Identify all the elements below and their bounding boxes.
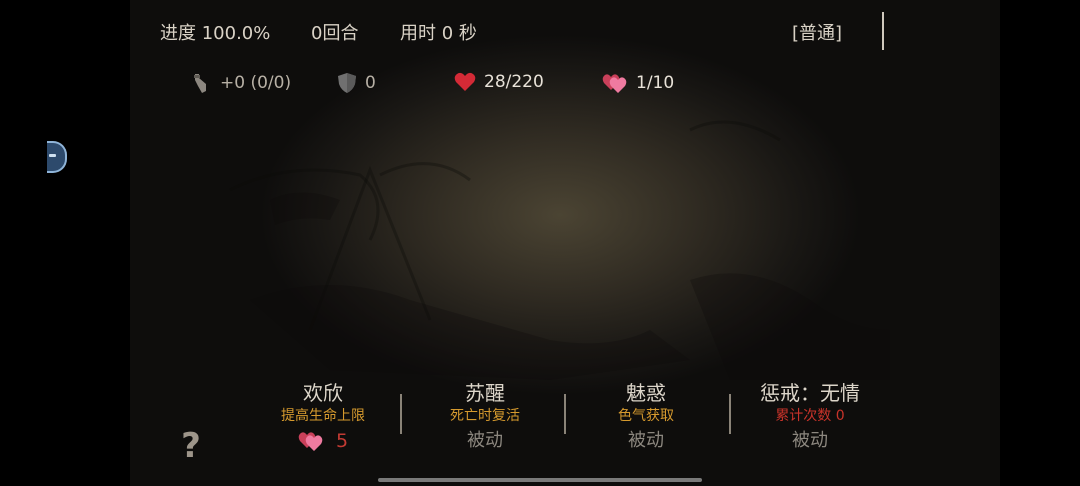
skill-charm[interactable]: 魅惑 色气获取 被动	[566, 380, 726, 456]
skill-name: 欢欣	[303, 381, 343, 405]
attack-value: +0 (0/0)	[220, 73, 292, 93]
skill-name: 魅惑	[626, 381, 666, 405]
skill-count-value: 5	[335, 430, 349, 452]
skill-desc: 累计次数 0	[775, 408, 845, 424]
skill-desc: 提高生命上限	[281, 408, 365, 424]
skill-separator	[564, 394, 566, 434]
double-heart-icon	[602, 74, 627, 93]
charm-stat: 1/10	[602, 72, 674, 94]
skill-separator	[400, 394, 402, 434]
hp-stat: 28/220	[454, 72, 544, 92]
skill-revive[interactable]: 苏醒 死亡时复活 被动	[405, 380, 565, 456]
top-right-divider	[882, 12, 884, 50]
progress-text: 进度 100.0%	[160, 23, 271, 44]
skill-count: 5	[243, 426, 403, 456]
round-counter: 0回合	[311, 23, 359, 44]
skill-name: 苏醒	[465, 381, 505, 405]
double-heart-icon	[298, 432, 323, 451]
defense-value: 0	[365, 73, 376, 93]
defense-stat: 0	[337, 72, 376, 94]
shield-icon	[338, 73, 356, 93]
hp-value: 28/220	[484, 72, 544, 92]
sword-icon	[194, 74, 206, 93]
skill-type: 被动	[467, 430, 503, 451]
skill-panel: 欢欣 提高生命上限 5 苏醒 死亡时复活 被动 魅惑 色气获取 被动 惩戒：无情…	[240, 380, 900, 460]
heart-icon	[454, 72, 476, 91]
skill-type: 被动	[628, 430, 664, 451]
side-tab-button[interactable]	[47, 141, 67, 173]
skill-desc: 色气获取	[618, 408, 674, 424]
charm-value: 1/10	[636, 73, 675, 93]
skill-punish[interactable]: 惩戒：无情 累计次数 0 被动	[730, 380, 890, 456]
skill-desc: 死亡时复活	[450, 408, 520, 424]
difficulty-button[interactable]: [普通]	[792, 19, 842, 45]
skill-joy[interactable]: 欢欣 提高生命上限 5	[243, 380, 403, 456]
skill-name: 惩戒：无情	[760, 381, 860, 405]
help-button[interactable]: ?	[176, 426, 206, 466]
time-elapsed: 用时 0 秒	[400, 23, 477, 44]
skill-separator	[729, 394, 731, 434]
skill-type: 被动	[792, 430, 828, 451]
question-icon: ?	[181, 426, 201, 466]
home-indicator[interactable]	[378, 478, 702, 482]
attack-stat: +0 (0/0)	[190, 72, 291, 94]
